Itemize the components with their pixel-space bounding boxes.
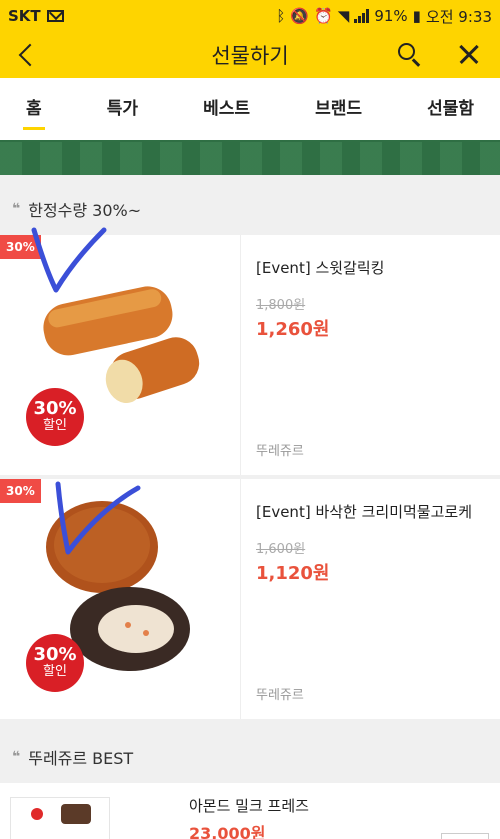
back-button[interactable] xyxy=(12,40,42,70)
discount-badge: 30% 할인 xyxy=(26,388,84,446)
check-mark-annotation xyxy=(55,481,141,555)
carrier-label: SKT xyxy=(8,7,41,25)
promo-banner[interactable] xyxy=(0,130,500,175)
search-button[interactable] xyxy=(394,40,424,70)
cart-button[interactable] xyxy=(441,833,489,839)
clock: 오전 9:33 xyxy=(425,7,492,26)
alarm-icon: ⏰ xyxy=(314,6,333,25)
status-bar: SKT ᛒ 🔕 ⏰ ◥ 91% ▮ 오전 9:33 xyxy=(0,0,500,32)
section-title: 뚜레쥬르 BEST xyxy=(28,749,134,768)
sale-price: 1,260원 xyxy=(256,319,330,340)
page-title: 선물하기 xyxy=(211,44,289,68)
quote-icon: ❝ xyxy=(12,749,21,765)
mail-icon xyxy=(46,10,64,22)
product-name: [Event] 스윗갈릭킹 xyxy=(256,259,385,277)
discount-tag: 30% xyxy=(0,479,41,503)
tab-giftbox[interactable]: 선물함 xyxy=(427,78,474,130)
product-name: [Event] 바삭한 크리미먹물고로케 xyxy=(256,503,473,521)
battery-percent: 91% xyxy=(374,7,408,25)
check-mark-annotation xyxy=(31,227,107,293)
brand-name: 뚜레쥬르 xyxy=(256,688,304,703)
sale-price: 1,120원 xyxy=(256,563,330,584)
wifi-icon: ◥ xyxy=(337,6,350,25)
cake-image xyxy=(10,797,110,839)
close-button[interactable] xyxy=(454,40,484,70)
tab-brand[interactable]: 브랜드 xyxy=(315,78,362,130)
tab-bar: 홈 특가 베스트 브랜드 선물함 xyxy=(0,78,500,130)
discount-badge: 30% 할인 xyxy=(26,634,84,692)
brand-name: 뚜레쥬르 xyxy=(256,444,304,459)
tab-special[interactable]: 특가 xyxy=(107,78,138,130)
original-price: 1,800원 xyxy=(256,298,306,313)
original-price: 1,600원 xyxy=(256,542,306,557)
search-icon xyxy=(398,43,415,60)
quote-icon: ❝ xyxy=(12,201,21,217)
section-header-best: ❝ 뚜레쥬르 BEST xyxy=(0,730,500,784)
app-bar: 선물하기 xyxy=(0,32,500,78)
battery-icon: ▮ xyxy=(412,6,421,25)
best-product-card[interactable]: 아몬드 밀크 프레즈 23,000원 xyxy=(0,783,500,839)
signal-icon xyxy=(354,9,370,23)
product-name: 아몬드 밀크 프레즈 xyxy=(189,797,309,815)
tab-best[interactable]: 베스트 xyxy=(203,78,250,130)
bluetooth-icon: ᛒ xyxy=(276,6,286,25)
mute-icon: 🔕 xyxy=(290,6,310,25)
tab-home[interactable]: 홈 xyxy=(23,78,45,130)
sale-price: 23,000원 xyxy=(189,824,266,839)
